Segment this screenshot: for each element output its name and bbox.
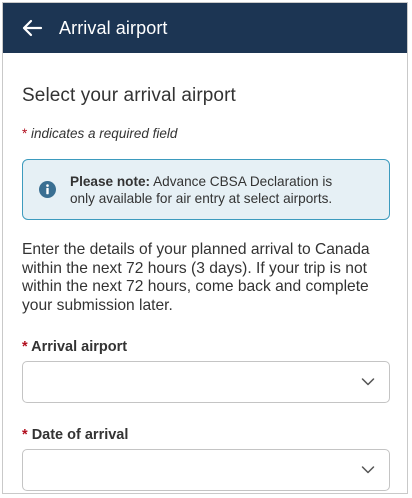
notice-text: Please note: Advance CBSA Declaration is… xyxy=(70,173,332,207)
page-header-title: Arrival airport xyxy=(59,17,168,38)
date-of-arrival-label: * Date of arrival xyxy=(22,427,390,443)
date-of-arrival-label-text: Date of arrival xyxy=(31,427,129,444)
arrival-airport-select[interactable] xyxy=(22,361,390,404)
instructions-line: your submission later. xyxy=(22,296,173,314)
app-frame: Arrival airport Select your arrival airp… xyxy=(2,2,408,494)
info-icon xyxy=(39,181,56,198)
back-button[interactable] xyxy=(19,15,45,41)
notice-line-2: only available for air entry at select a… xyxy=(70,190,333,206)
arrival-airport-label: * Arrival airport xyxy=(22,339,390,355)
instructions-line: within the next 72 hours, come back and … xyxy=(22,278,369,296)
notice-line-1: Please note: Advance CBSA Declaration is xyxy=(70,173,332,190)
required-field-note: * indicates a required field xyxy=(22,126,390,141)
chevron-down-icon xyxy=(361,378,375,386)
required-star: * xyxy=(22,339,28,356)
instructions-line: Enter the details of your planned arriva… xyxy=(22,241,370,258)
back-arrow-icon xyxy=(22,19,43,37)
main-content: Select your arrival airport * indicates … xyxy=(22,53,390,492)
required-star: * xyxy=(22,427,28,444)
notice-line-1-text: Advance CBSA Declaration is xyxy=(150,173,333,189)
arrival-airport-label-text: Arrival airport xyxy=(31,339,128,356)
notice-label: Please note: xyxy=(70,173,151,189)
instructions-text: Enter the details of your planned arriva… xyxy=(22,241,394,315)
instructions-line: within the next 72 hours (3 days). If yo… xyxy=(22,259,367,277)
page-title: Select your arrival airport xyxy=(22,85,236,106)
chevron-down-icon xyxy=(361,466,375,474)
info-notice: Please note: Advance CBSA Declaration is… xyxy=(22,159,390,220)
top-bar: Arrival airport xyxy=(3,3,407,53)
required-note-text: indicates a required field xyxy=(27,126,178,141)
date-of-arrival-select[interactable] xyxy=(22,449,390,492)
